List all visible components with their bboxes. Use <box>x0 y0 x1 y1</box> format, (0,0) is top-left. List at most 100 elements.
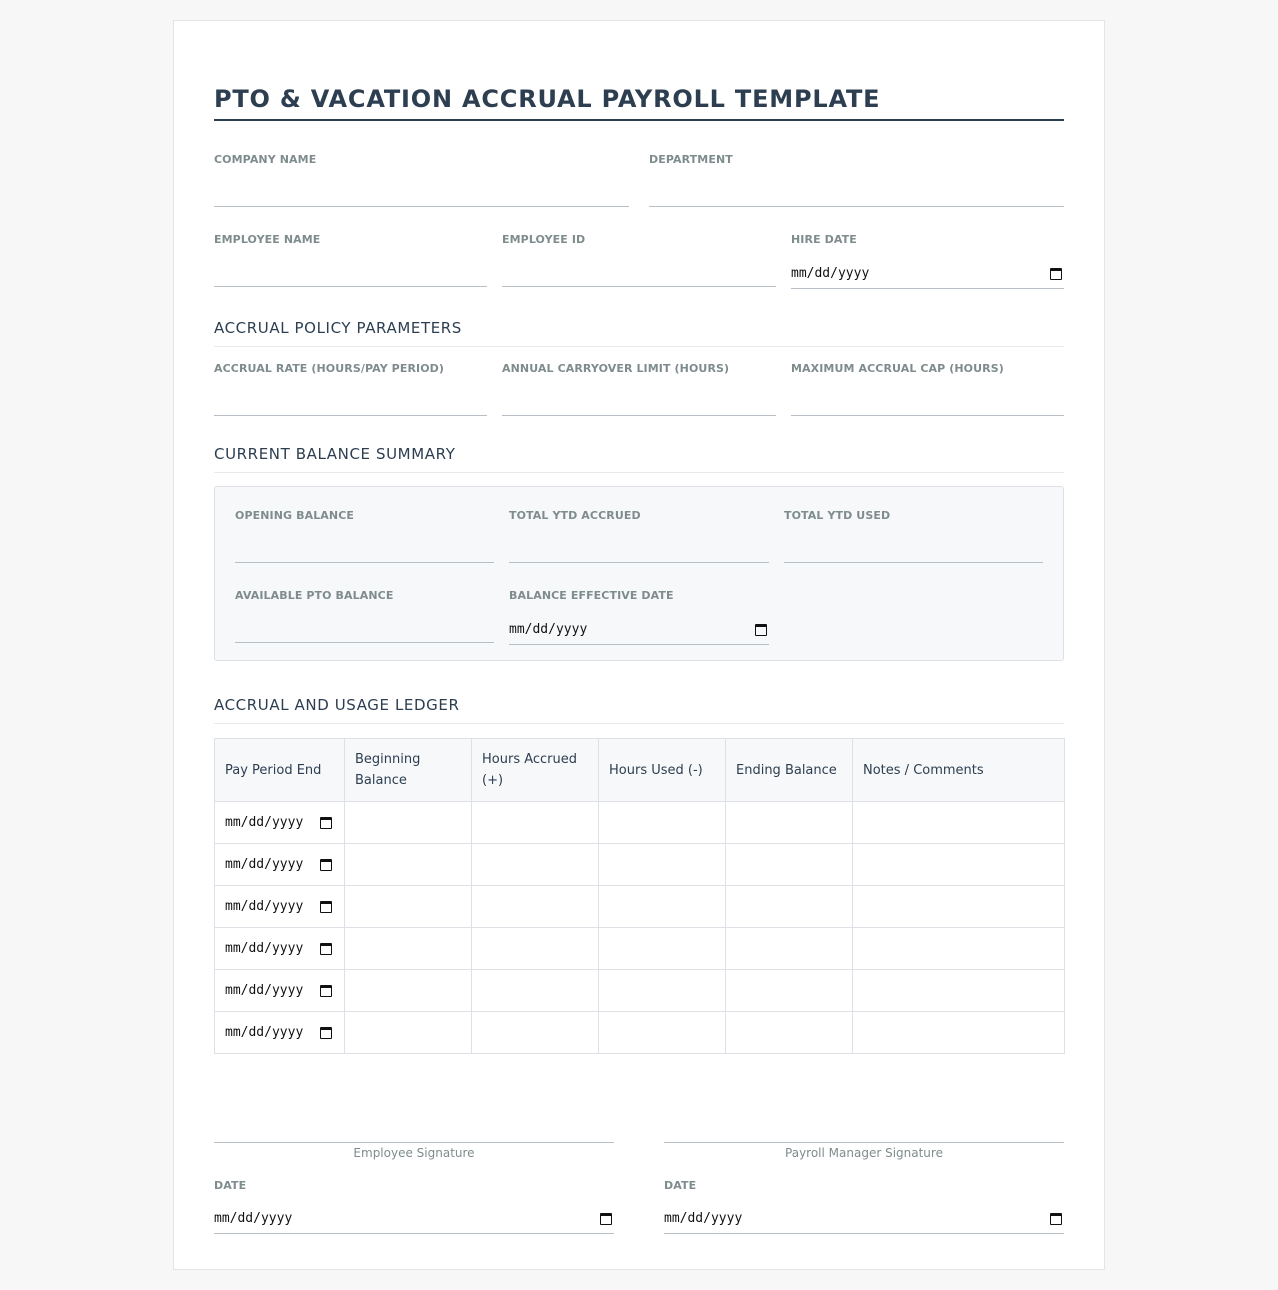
hours-accrued-cell[interactable] <box>471 843 599 886</box>
department-input[interactable] <box>649 181 1064 207</box>
hours-accrued-cell[interactable] <box>471 801 599 844</box>
beginning-balance-cell[interactable] <box>344 843 472 886</box>
company-name-field: COMPANY NAME <box>214 153 629 207</box>
notes-cell[interactable] <box>852 927 1065 970</box>
employee-date-value: mm/dd/yyyy <box>214 1211 293 1226</box>
pay-period-end-cell[interactable]: mm/dd/yyyy <box>214 801 345 844</box>
notes-cell[interactable] <box>852 969 1065 1012</box>
pay-period-end-cell[interactable]: mm/dd/yyyy <box>214 927 345 970</box>
accrual-rate-input[interactable] <box>214 390 487 416</box>
date-value: mm/dd/yyyy <box>225 815 304 830</box>
carryover-limit-input[interactable] <box>502 390 776 416</box>
effective-date-input[interactable]: mm/dd/yyyy <box>509 615 769 645</box>
calendar-icon[interactable] <box>600 1212 612 1225</box>
policy-section-title: ACCRUAL POLICY PARAMETERS <box>214 319 1064 347</box>
col-ending-balance: Ending Balance <box>725 738 853 802</box>
col-beginning-balance: Beginning Balance <box>344 738 472 802</box>
calendar-icon[interactable] <box>320 984 332 997</box>
ledger-header-row: Pay Period End Beginning Balance Hours A… <box>214 738 1065 802</box>
max-accrual-cap-input[interactable] <box>791 390 1064 416</box>
pay-period-date-input[interactable]: mm/dd/yyyy <box>225 815 334 830</box>
notes-cell[interactable] <box>852 885 1065 928</box>
calendar-icon[interactable] <box>320 816 332 829</box>
hire-date-input[interactable]: mm/dd/yyyy <box>791 259 1064 289</box>
effective-date-value: mm/dd/yyyy <box>509 622 588 637</box>
notes-cell[interactable] <box>852 843 1065 886</box>
calendar-icon[interactable] <box>1050 1212 1062 1225</box>
company-name-input[interactable] <box>214 181 629 207</box>
ending-balance-cell[interactable] <box>725 885 853 928</box>
ytd-used-field: TOTAL YTD USED <box>784 509 1043 563</box>
effective-date-field: BALANCE EFFECTIVE DATE mm/dd/yyyy <box>509 589 769 645</box>
hours-used-cell[interactable] <box>598 801 726 844</box>
table-row: mm/dd/yyyy <box>214 969 1065 1012</box>
opening-balance-label: OPENING BALANCE <box>235 509 355 522</box>
table-row: mm/dd/yyyy <box>214 927 1065 970</box>
employee-signature-caption: Employee Signature <box>353 1146 475 1160</box>
employee-id-input[interactable] <box>502 261 776 287</box>
document-page: PTO & VACATION ACCRUAL PAYROLL TEMPLATE … <box>173 20 1105 1270</box>
title-divider <box>214 119 1064 121</box>
pay-period-date-input[interactable]: mm/dd/yyyy <box>225 983 334 998</box>
employee-signature-line[interactable] <box>214 1142 614 1143</box>
manager-date-field: DATE mm/dd/yyyy <box>664 1179 1064 1234</box>
manager-date-input[interactable]: mm/dd/yyyy <box>664 1204 1064 1234</box>
calendar-icon[interactable] <box>320 858 332 871</box>
pay-period-end-cell[interactable]: mm/dd/yyyy <box>214 1011 345 1054</box>
beginning-balance-cell[interactable] <box>344 801 472 844</box>
beginning-balance-cell[interactable] <box>344 885 472 928</box>
pay-period-date-input[interactable]: mm/dd/yyyy <box>225 1025 334 1040</box>
ending-balance-cell[interactable] <box>725 801 853 844</box>
calendar-icon[interactable] <box>320 900 332 913</box>
hours-used-cell[interactable] <box>598 1011 726 1054</box>
pay-period-date-input[interactable]: mm/dd/yyyy <box>225 857 334 872</box>
notes-cell[interactable] <box>852 801 1065 844</box>
employee-name-input[interactable] <box>214 261 487 287</box>
ending-balance-cell[interactable] <box>725 927 853 970</box>
calendar-icon[interactable] <box>1050 267 1062 280</box>
calendar-icon[interactable] <box>320 1026 332 1039</box>
manager-date-value: mm/dd/yyyy <box>664 1211 743 1226</box>
company-name-label: COMPANY NAME <box>214 153 317 166</box>
carryover-limit-label: ANNUAL CARRYOVER LIMIT (HOURS) <box>502 362 730 375</box>
beginning-balance-cell[interactable] <box>344 927 472 970</box>
date-value: mm/dd/yyyy <box>225 857 304 872</box>
document-title: PTO & VACATION ACCRUAL PAYROLL TEMPLATE <box>214 85 881 113</box>
pay-period-date-input[interactable]: mm/dd/yyyy <box>225 941 334 956</box>
notes-cell[interactable] <box>852 1011 1065 1054</box>
hours-used-cell[interactable] <box>598 969 726 1012</box>
hours-used-cell[interactable] <box>598 927 726 970</box>
calendar-icon[interactable] <box>320 942 332 955</box>
pay-period-end-cell[interactable]: mm/dd/yyyy <box>214 885 345 928</box>
employee-id-label: EMPLOYEE ID <box>502 233 586 246</box>
ytd-used-label: TOTAL YTD USED <box>784 509 891 522</box>
date-value: mm/dd/yyyy <box>225 941 304 956</box>
employee-date-input[interactable]: mm/dd/yyyy <box>214 1204 614 1234</box>
pay-period-date-input[interactable]: mm/dd/yyyy <box>225 899 334 914</box>
hours-used-cell[interactable] <box>598 885 726 928</box>
ytd-used-input[interactable] <box>784 537 1043 563</box>
beginning-balance-cell[interactable] <box>344 1011 472 1054</box>
manager-signature-line[interactable] <box>664 1142 1064 1143</box>
hours-used-cell[interactable] <box>598 843 726 886</box>
opening-balance-input[interactable] <box>235 537 494 563</box>
calendar-icon[interactable] <box>755 623 767 636</box>
employee-date-label: DATE <box>214 1179 247 1192</box>
summary-section-title: CURRENT BALANCE SUMMARY <box>214 445 1064 473</box>
ending-balance-cell[interactable] <box>725 969 853 1012</box>
ending-balance-cell[interactable] <box>725 843 853 886</box>
hours-accrued-cell[interactable] <box>471 1011 599 1054</box>
hours-accrued-cell[interactable] <box>471 969 599 1012</box>
hours-accrued-cell[interactable] <box>471 885 599 928</box>
manager-signature-caption: Payroll Manager Signature <box>785 1146 943 1160</box>
pay-period-end-cell[interactable]: mm/dd/yyyy <box>214 843 345 886</box>
ending-balance-cell[interactable] <box>725 1011 853 1054</box>
ytd-accrued-field: TOTAL YTD ACCRUED <box>509 509 769 563</box>
beginning-balance-cell[interactable] <box>344 969 472 1012</box>
available-balance-input[interactable] <box>235 617 494 643</box>
table-row: mm/dd/yyyy <box>214 801 1065 844</box>
pay-period-end-cell[interactable]: mm/dd/yyyy <box>214 969 345 1012</box>
employee-date-field: DATE mm/dd/yyyy <box>214 1179 614 1234</box>
hours-accrued-cell[interactable] <box>471 927 599 970</box>
ytd-accrued-input[interactable] <box>509 537 769 563</box>
